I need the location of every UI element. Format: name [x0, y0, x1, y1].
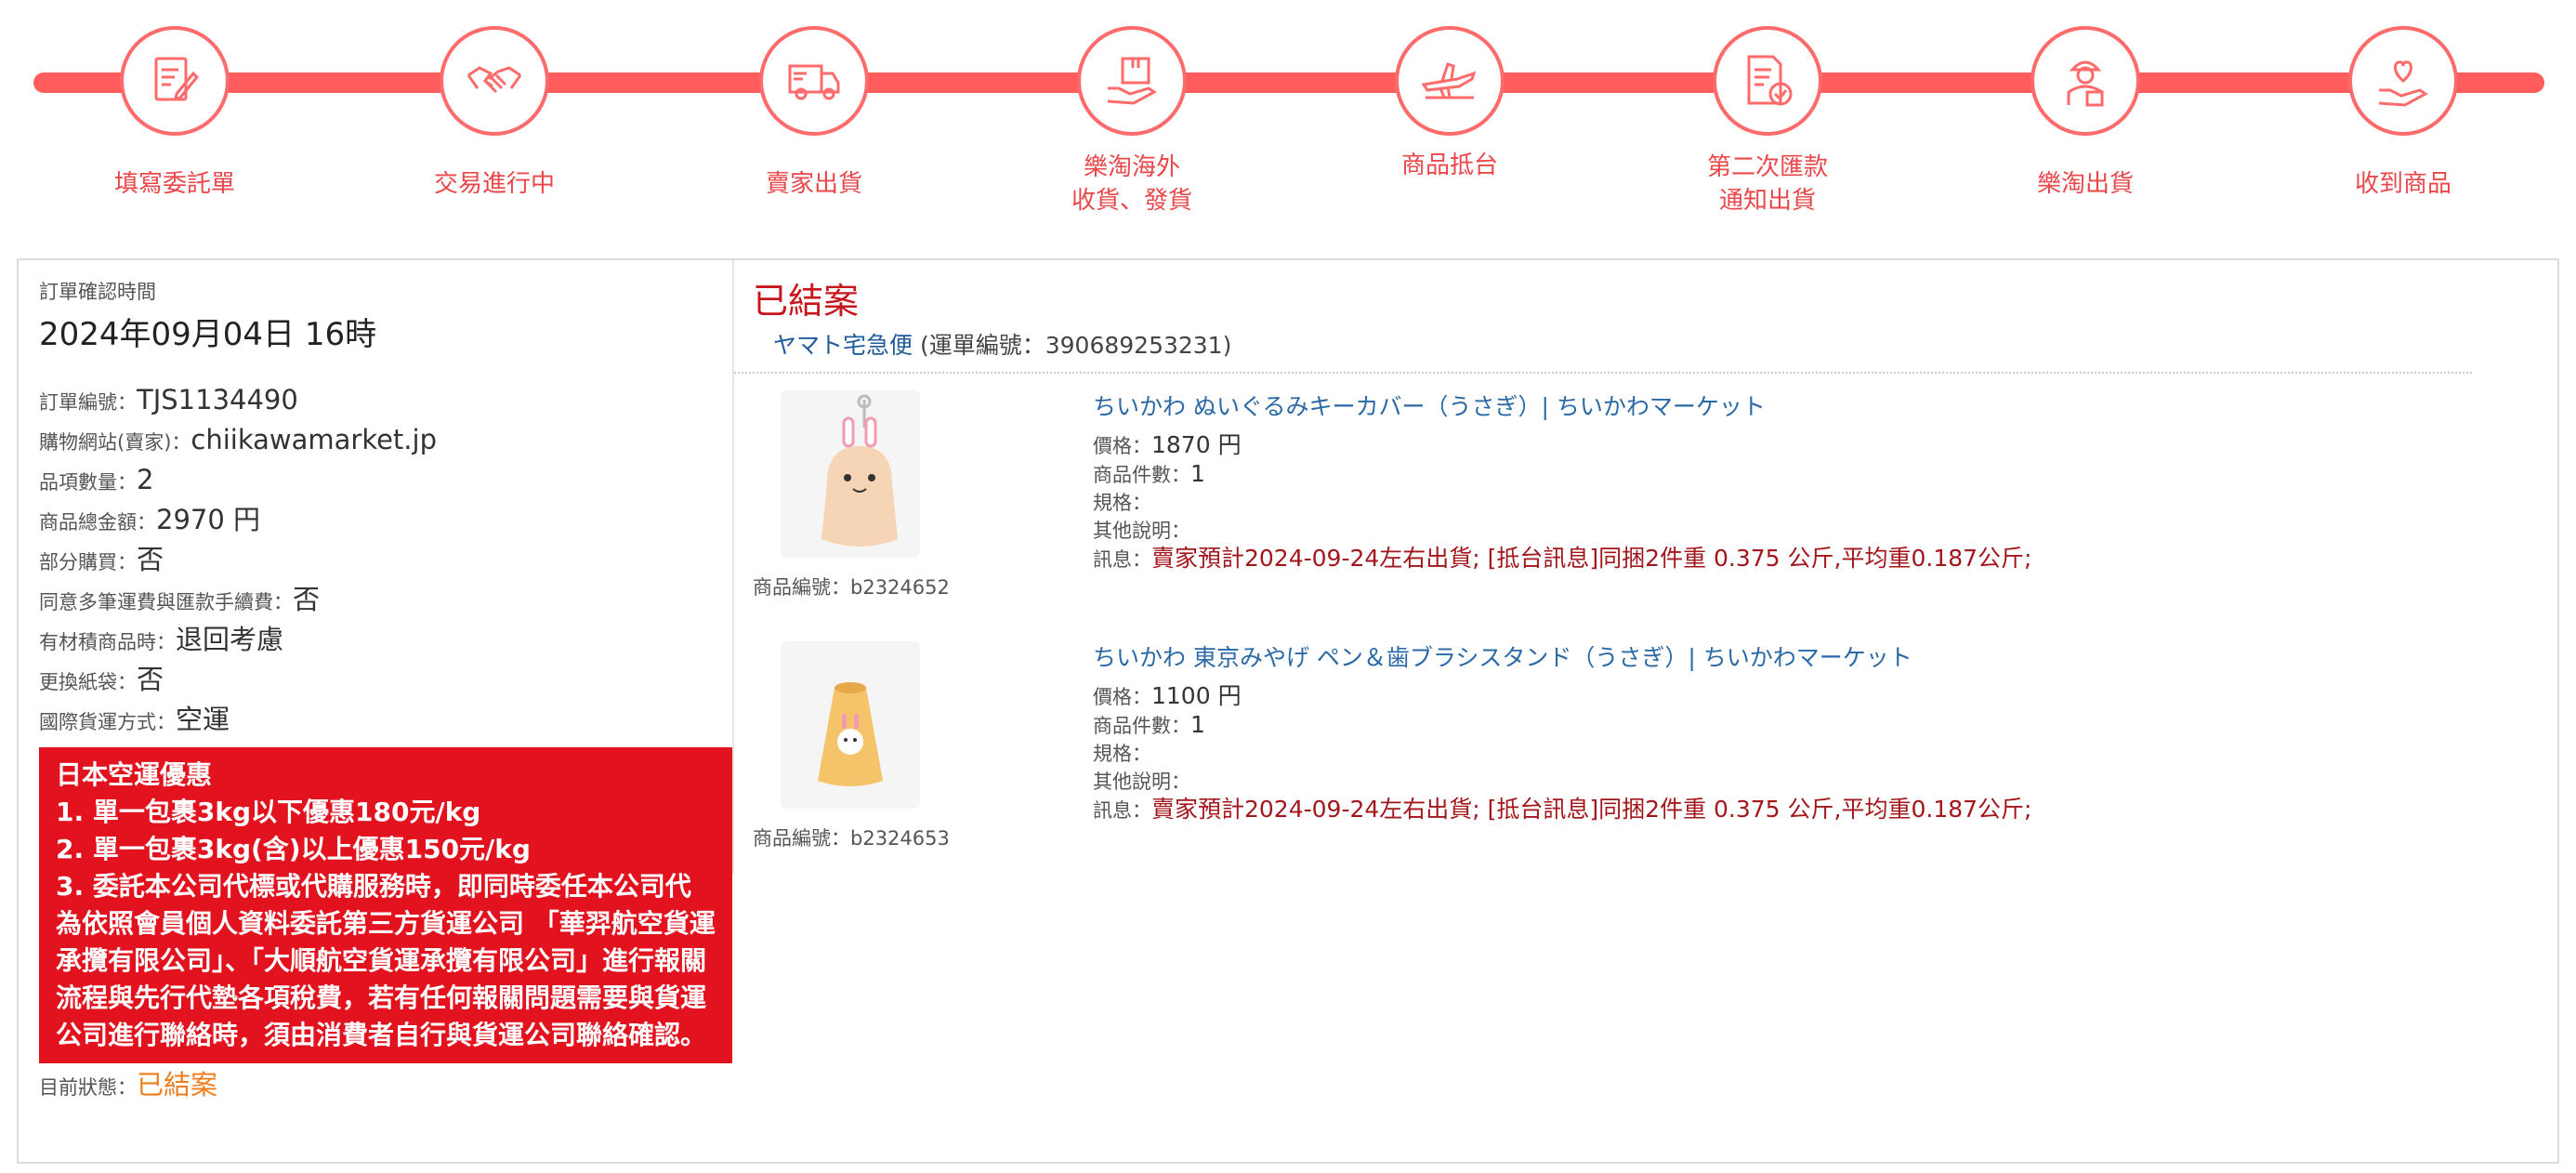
field-item-count: 品項數量：2: [39, 464, 154, 495]
field-order-no: 訂單編號：TJS1134490: [39, 384, 298, 415]
order-panel: 訂單確認時間 2024年09月04日 16時 訂單編號：TJS1134490 購…: [17, 258, 2559, 1164]
step-arrive-taiwan: 商品抵台: [1310, 26, 1589, 182]
product-image[interactable]: [781, 390, 920, 558]
tracking-info: ヤマト宅急便 (運單編號：390689253231): [773, 332, 1232, 359]
field-agree-fees: 同意多筆運費與匯款手續費：否: [39, 584, 321, 615]
airplane-icon: [1395, 26, 1505, 136]
product-image[interactable]: [781, 641, 920, 809]
product-id: 商品編號：b2324652: [753, 576, 950, 599]
step-label: 填寫委託單: [113, 170, 235, 198]
field-volume-item: 有材積商品時：退回考慮: [39, 624, 284, 655]
closed-title: 已結案: [753, 281, 860, 322]
step-label: 商品抵台: [1400, 152, 1498, 179]
field-shop-site: 購物網站(賣家)：chiikawamarket.jp: [39, 424, 437, 455]
field-intl-shipping: 國際貨運方式：空運: [39, 704, 230, 735]
document-check-icon: [1713, 26, 1822, 136]
item-message: 賣家預計2024-09-24左右出貨; [抵台訊息]同捆2件重 0.375 公斤…: [1151, 545, 2032, 572]
item-price: 1100 円: [1151, 682, 1242, 709]
form-edit-icon: [120, 26, 230, 136]
courier-icon: [2031, 26, 2140, 136]
step-label: 樂淘海外 收貨、發貨: [1071, 153, 1192, 215]
step-letao-ship: 樂淘出貨: [1946, 26, 2225, 201]
product-name-link[interactable]: ちいかわ 東京みやげ ペン＆歯ブラシスタンド（うさぎ）| ちいかわマーケット: [1093, 641, 2031, 675]
confirm-time-label: 訂單確認時間: [39, 281, 156, 303]
truck-icon: [759, 26, 869, 136]
shipment-header: 已結案 ヤマト宅急便 (運單編號：390689253231): [753, 279, 2481, 361]
package-hand-icon: [1077, 26, 1187, 136]
dotted-separator: [734, 372, 2472, 374]
heart-hand-icon: [2348, 26, 2458, 136]
confirm-time-value: 2024年09月04日 16時: [39, 316, 377, 353]
order-info: 訂單確認時間 2024年09月04日 16時 訂單編號：TJS1134490 購…: [39, 277, 732, 1105]
step-seller-ship: 賣家出貨: [675, 26, 953, 201]
field-total-amount: 商品總金額：2970 円: [39, 504, 261, 535]
column-divider: [732, 260, 734, 874]
step-label: 賣家出貨: [765, 170, 862, 198]
current-status: 目前狀態：已結案: [39, 1069, 218, 1101]
item-details: ちいかわ ぬいぐるみキーカバー（うさぎ）| ちいかわマーケット 價格：1870 …: [1093, 390, 2031, 573]
air-shipping-notice: 日本空運優惠 1. 單一包裹3kg以下優惠180元/kg 2. 單一包裹3kg(…: [39, 747, 732, 1063]
step-trading: 交易進行中: [355, 26, 634, 201]
step-label: 第二次匯款 通知出貨: [1706, 153, 1828, 215]
item-qty: 1: [1190, 711, 1205, 738]
item-message: 賣家預計2024-09-24左右出貨; [抵台訊息]同捆2件重 0.375 公斤…: [1151, 796, 2032, 823]
step-label: 交易進行中: [433, 170, 555, 198]
item-details: ちいかわ 東京みやげ ペン＆歯ブラシスタンド（うさぎ）| ちいかわマーケット 價…: [1093, 641, 2031, 824]
product-id: 商品編號：b2324653: [753, 827, 950, 850]
step-overseas-receive: 樂淘海外 收貨、發貨: [992, 26, 1271, 217]
step-fill-form: 填寫委託單: [35, 26, 314, 201]
item-price: 1870 円: [1151, 431, 1242, 458]
field-partial-purchase: 部分購買：否: [39, 544, 164, 575]
step-label: 樂淘出貨: [2036, 170, 2134, 198]
step-label: 收到商品: [2354, 170, 2451, 198]
product-name-link[interactable]: ちいかわ ぬいぐるみキーカバー（うさぎ）| ちいかわマーケット: [1093, 390, 2031, 424]
handshake-icon: [440, 26, 549, 136]
item-qty: 1: [1190, 460, 1205, 487]
step-received: 收到商品: [2264, 26, 2543, 201]
carrier-link[interactable]: ヤマト宅急便: [773, 332, 913, 359]
field-paper-bag: 更換紙袋：否: [39, 664, 164, 695]
step-second-payment: 第二次匯款 通知出貨: [1628, 26, 1907, 217]
